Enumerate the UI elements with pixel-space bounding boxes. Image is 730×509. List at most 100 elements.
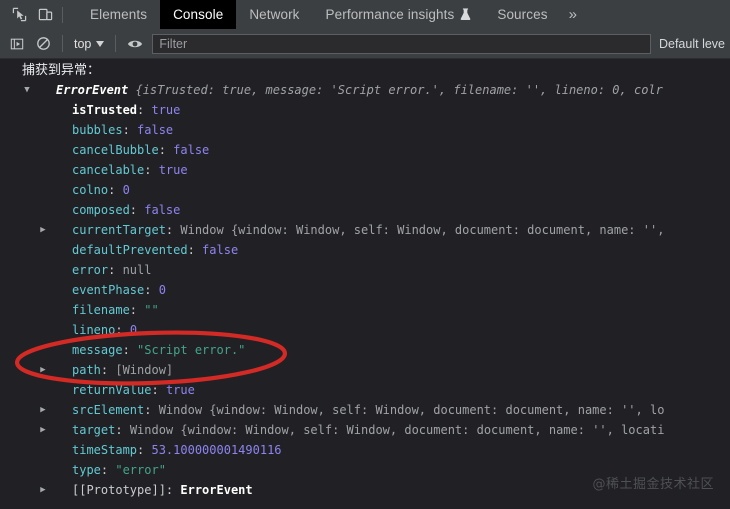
tab-sources-label: Sources [497,7,548,22]
property-colon: : [129,203,145,217]
property-key: path [72,363,101,377]
property-colon: : [144,403,159,417]
console-property-row[interactable]: ▶ srcElement: Window {window: Window, sel… [0,400,730,420]
console-property: composed: false [22,203,180,217]
devtools-window: Elements Console Network Performance ins… [0,0,730,509]
experiment-flask-icon [460,8,471,21]
device-toolbar-icon[interactable] [32,2,58,28]
console-message-text: 捕获到异常： [0,60,730,80]
console-property: target: Window {window: Window, self: Wi… [22,423,664,437]
clear-console-icon[interactable] [30,31,57,57]
property-value: false [202,243,239,257]
tabbar-icon-group [0,0,71,29]
tab-network-label: Network [249,7,300,22]
expand-triangle-right-icon[interactable]: ▶ [38,400,48,420]
devtools-tab-list: Elements Console Network Performance ins… [71,0,587,29]
property-colon: : [122,123,138,137]
console-property: colno: 0 [22,183,130,197]
property-value: false [173,143,210,157]
console-property-row: lineno: 0 [0,320,730,340]
property-colon: : [129,303,145,317]
console-property: timeStamp: 53.100000001490116 [22,443,282,457]
property-colon: : [115,323,130,337]
console-property: returnValue: true [22,383,195,397]
tab-performance-insights[interactable]: Performance insights [313,0,485,29]
property-value: "error" [115,463,166,477]
property-colon: : [187,243,203,257]
console-property: defaultPrevented: false [22,243,238,257]
expand-triangle-right-icon[interactable]: ▶ [38,480,48,500]
property-value: true [151,103,181,117]
console-property: type: "error" [22,463,166,477]
expand-triangle-right-icon[interactable]: ▶ [38,420,48,440]
property-key: cancelBubble [72,143,159,157]
property-key: [[Prototype]] [72,483,166,497]
property-key: timeStamp [72,443,138,457]
console-property: lineno: 0 [22,323,137,337]
console-property: [[Prototype]]: ErrorEvent [22,483,253,497]
tab-elements-label: Elements [90,7,148,22]
object-class-name: ErrorEvent [56,83,129,97]
tab-performance-insights-label: Performance insights [325,7,455,22]
tab-sources[interactable]: Sources [484,0,560,29]
log-level-selector[interactable]: Default leve [655,37,727,51]
property-colon: : [144,163,159,177]
live-expression-eye-icon[interactable] [121,31,148,57]
property-value: ErrorEvent [180,483,253,497]
property-value: true [158,163,188,177]
expand-triangle-right-icon[interactable]: ▶ [38,220,48,240]
property-value: Window {window: Window, self: Window, do… [180,223,665,237]
expand-triangle-down-icon[interactable]: ▼ [22,80,32,100]
property-key: returnValue [72,383,152,397]
console-property-row: colno: 0 [0,180,730,200]
tab-console-label: Console [173,7,224,22]
console-property-row: timeStamp: 53.100000001490116 [0,440,730,460]
tab-network[interactable]: Network [236,0,312,29]
property-key: filename [72,303,130,317]
property-colon: : [165,223,181,237]
property-key: eventPhase [72,283,145,297]
console-property-row[interactable]: ▶ target: Window {window: Window, self: W… [0,420,730,440]
property-value: 0 [129,323,138,337]
console-output: 捕获到异常： ▼ ErrorEvent {isTrusted: true, me… [0,60,730,509]
property-colon: : [108,263,123,277]
tabbar-divider [62,6,63,23]
console-filter-input[interactable] [152,33,651,54]
console-property: filename: "" [22,303,159,317]
more-tabs-chevron-icon[interactable]: » [561,0,587,29]
property-key: message [72,343,123,357]
property-value: null [122,263,152,277]
property-colon: : [122,343,138,357]
property-colon: : [165,483,181,497]
chevron-down-icon [96,40,105,47]
console-property-row: isTrusted: true [0,100,730,120]
console-property-row[interactable]: ▶ currentTarget: Window {window: Window, … [0,220,730,240]
property-value: 0 [158,283,166,297]
execution-context-selector[interactable]: top [68,34,110,54]
console-property-row: bubbles: false [0,120,730,140]
property-key: type [72,463,101,477]
tab-console[interactable]: Console [160,0,237,29]
console-property: eventPhase: 0 [22,283,166,297]
expand-triangle-right-icon[interactable]: ▶ [38,360,48,380]
execution-context-label: top [74,36,92,51]
property-key: bubbles [72,123,123,137]
property-key: target [72,423,116,437]
property-key: composed [72,203,130,217]
console-sidebar-icon[interactable] [3,31,30,57]
devtools-tabbar: Elements Console Network Performance ins… [0,0,730,30]
console-property-row: eventPhase: 0 [0,280,730,300]
console-object-header[interactable]: ▼ ErrorEvent {isTrusted: true, message: … [0,80,730,100]
console-property-row: error: null [0,260,730,280]
inspect-element-icon[interactable] [6,2,32,28]
tab-elements[interactable]: Elements [77,0,160,29]
console-property-row[interactable]: ▶ path: [Window] [0,360,730,380]
console-property: bubbles: false [22,123,173,137]
console-property-row: defaultPrevented: false [0,240,730,260]
property-value: false [137,123,174,137]
property-key: currentTarget [72,223,166,237]
property-colon: : [151,383,166,397]
console-property-row: composed: false [0,200,730,220]
console-property: currentTarget: Window {window: Window, s… [22,223,664,237]
console-toolbar: top Default leve [0,29,730,59]
